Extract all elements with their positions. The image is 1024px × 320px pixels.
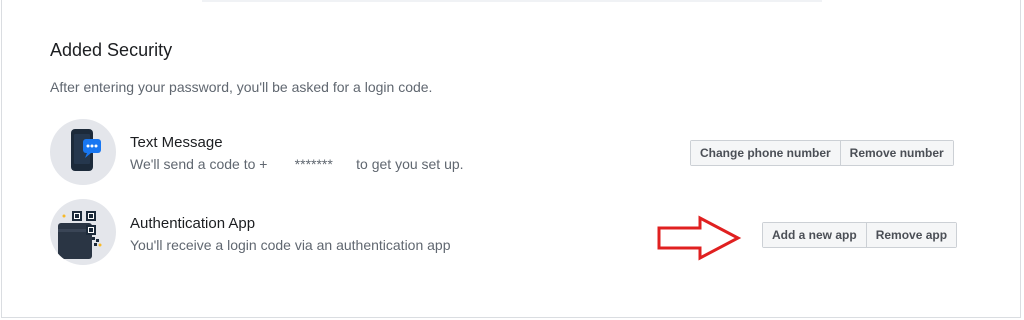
- remove-number-button[interactable]: Remove number: [839, 141, 953, 165]
- security-panel: Added Security After entering your passw…: [1, 0, 1021, 318]
- section-title: Added Security: [50, 40, 173, 60]
- method-title-text-message: Text Message: [130, 134, 223, 151]
- method-desc-auth-app: You'll receive a login code via an authe…: [130, 237, 451, 253]
- section-subtitle: After entering your password, you'll be …: [50, 79, 433, 95]
- phone-message-icon: [50, 119, 116, 185]
- top-divider: [202, 0, 822, 2]
- method-desc-text-message: We'll send a code to + ******* to get yo…: [130, 156, 464, 172]
- add-new-app-button[interactable]: Add a new app: [763, 223, 866, 247]
- remove-app-button[interactable]: Remove app: [865, 223, 957, 247]
- red-arrow-icon: [657, 215, 742, 261]
- qr-code-wallet-icon: [50, 199, 116, 265]
- change-phone-number-button[interactable]: Change phone number: [691, 141, 840, 165]
- method-title-auth-app: Authentication App: [130, 215, 256, 232]
- auth-app-actions: Add a new app Remove app: [762, 222, 958, 248]
- text-message-actions: Change phone number Remove number: [690, 140, 954, 166]
